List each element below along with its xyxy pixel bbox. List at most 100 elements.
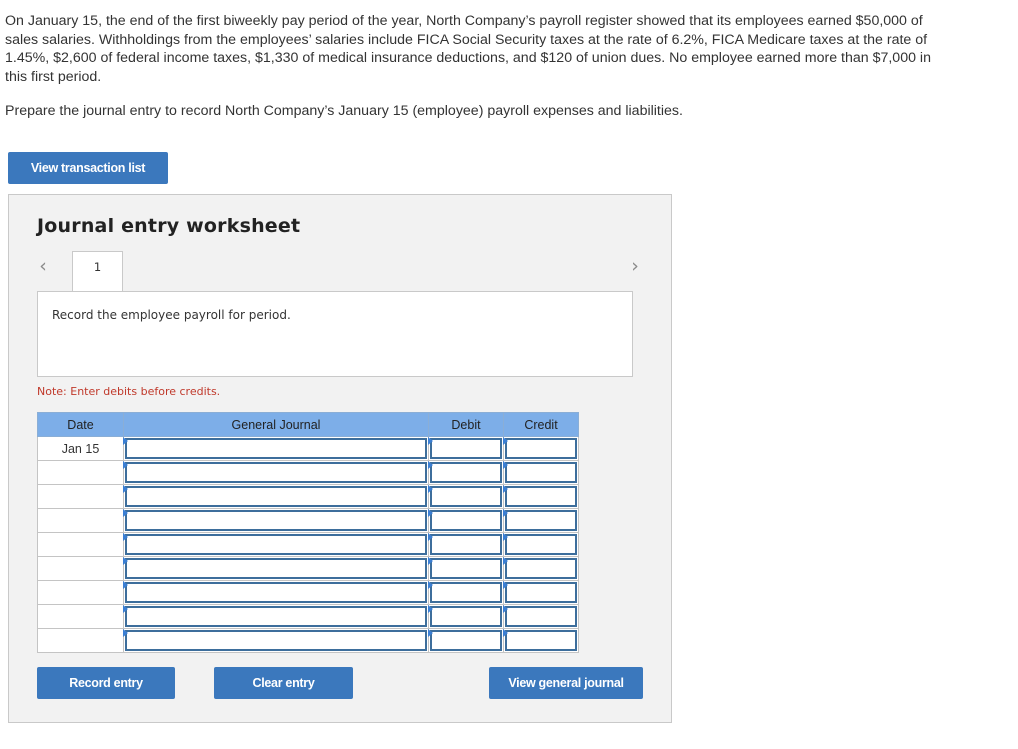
- clear-entry-button[interactable]: Clear entry: [214, 667, 353, 699]
- journal-entry-worksheet: Journal entry worksheet ‹ 1 › Record the…: [8, 194, 672, 723]
- debit-cell: [428, 628, 504, 653]
- account-field[interactable]: [125, 462, 427, 483]
- general-journal-column-header: General Journal: [123, 412, 429, 437]
- debit-field[interactable]: [430, 486, 502, 507]
- journal-table: Date General Journal Debit Credit Jan 15: [37, 412, 579, 653]
- account-field[interactable]: [125, 510, 427, 531]
- dropdown-caret-icon: [503, 557, 508, 565]
- dropdown-caret-icon: [428, 629, 433, 637]
- dropdown-caret-icon: [428, 485, 433, 493]
- dropdown-caret-icon: [503, 437, 508, 445]
- dropdown-caret-icon: [123, 581, 128, 589]
- debit-cell: [428, 556, 504, 581]
- credit-cell: [503, 628, 579, 653]
- account-cell: [123, 532, 429, 557]
- journal-row: [37, 484, 579, 509]
- journal-row: Jan 15: [37, 436, 579, 461]
- debit-field[interactable]: [430, 606, 502, 627]
- dropdown-caret-icon: [123, 461, 128, 469]
- debit-cell: [428, 484, 504, 509]
- dropdown-caret-icon: [123, 485, 128, 493]
- journal-row: [37, 460, 579, 485]
- account-field[interactable]: [125, 438, 427, 459]
- account-field[interactable]: [125, 534, 427, 555]
- date-cell: [37, 508, 124, 533]
- dropdown-caret-icon: [428, 437, 433, 445]
- dropdown-caret-icon: [503, 581, 508, 589]
- account-field[interactable]: [125, 606, 427, 627]
- debit-field[interactable]: [430, 462, 502, 483]
- credit-cell: [503, 604, 579, 629]
- journal-row: [37, 556, 579, 581]
- worksheet-title: Journal entry worksheet: [37, 215, 301, 237]
- account-field[interactable]: [125, 486, 427, 507]
- problem-instruction: Prepare the journal entry to record Nort…: [5, 103, 683, 119]
- debit-field[interactable]: [430, 510, 502, 531]
- debit-field[interactable]: [430, 438, 502, 459]
- credit-field[interactable]: [505, 486, 577, 507]
- debit-cell: [428, 604, 504, 629]
- debit-field[interactable]: [430, 534, 502, 555]
- credit-field[interactable]: [505, 510, 577, 531]
- debit-field[interactable]: [430, 630, 502, 651]
- journal-row: [37, 604, 579, 629]
- credit-cell: [503, 580, 579, 605]
- debit-field[interactable]: [430, 558, 502, 579]
- credit-cell: [503, 484, 579, 509]
- credit-field[interactable]: [505, 462, 577, 483]
- dropdown-caret-icon: [503, 605, 508, 613]
- chevron-right-icon[interactable]: ›: [626, 255, 644, 277]
- view-general-journal-button[interactable]: View general journal: [489, 667, 643, 699]
- credit-field[interactable]: [505, 630, 577, 651]
- date-cell: [37, 532, 124, 557]
- problem-statement: On January 15, the end of the first biwe…: [5, 13, 931, 85]
- date-cell: [37, 556, 124, 581]
- debit-cell: [428, 580, 504, 605]
- account-field[interactable]: [125, 558, 427, 579]
- credit-field[interactable]: [505, 534, 577, 555]
- dropdown-caret-icon: [428, 461, 433, 469]
- date-cell: [37, 460, 124, 485]
- dropdown-caret-icon: [123, 509, 128, 517]
- dropdown-caret-icon: [428, 581, 433, 589]
- account-cell: [123, 580, 429, 605]
- credit-field[interactable]: [505, 606, 577, 627]
- credit-field[interactable]: [505, 438, 577, 459]
- view-transaction-list-button[interactable]: View transaction list: [8, 152, 168, 184]
- account-field[interactable]: [125, 630, 427, 651]
- dropdown-caret-icon: [428, 557, 433, 565]
- debit-cell: [428, 460, 504, 485]
- journal-body: Jan 15: [37, 436, 579, 653]
- tab-1[interactable]: 1: [72, 251, 123, 292]
- dropdown-caret-icon: [123, 437, 128, 445]
- credit-field[interactable]: [505, 582, 577, 603]
- account-cell: [123, 604, 429, 629]
- journal-row: [37, 628, 579, 653]
- dropdown-caret-icon: [123, 533, 128, 541]
- credit-field[interactable]: [505, 558, 577, 579]
- transaction-description-box: Record the employee payroll for period.: [37, 291, 633, 377]
- date-column-header: Date: [37, 412, 124, 437]
- record-entry-button[interactable]: Record entry: [37, 667, 175, 699]
- date-cell: [37, 604, 124, 629]
- account-cell: [123, 628, 429, 653]
- credit-cell: [503, 508, 579, 533]
- credit-cell: [503, 460, 579, 485]
- journal-row: [37, 580, 579, 605]
- date-cell: [37, 484, 124, 509]
- transaction-description: Record the employee payroll for period.: [52, 308, 291, 322]
- dropdown-caret-icon: [123, 605, 128, 613]
- debit-field[interactable]: [430, 582, 502, 603]
- dropdown-caret-icon: [428, 509, 433, 517]
- dropdown-caret-icon: [503, 485, 508, 493]
- chevron-left-icon[interactable]: ‹: [34, 255, 52, 277]
- journal-header-row: Date General Journal Debit Credit: [37, 412, 579, 437]
- account-field[interactable]: [125, 582, 427, 603]
- journal-row: [37, 508, 579, 533]
- journal-row: [37, 532, 579, 557]
- dropdown-caret-icon: [503, 533, 508, 541]
- credit-cell: [503, 436, 579, 461]
- credit-cell: [503, 532, 579, 557]
- debit-column-header: Debit: [428, 412, 504, 437]
- account-cell: [123, 436, 429, 461]
